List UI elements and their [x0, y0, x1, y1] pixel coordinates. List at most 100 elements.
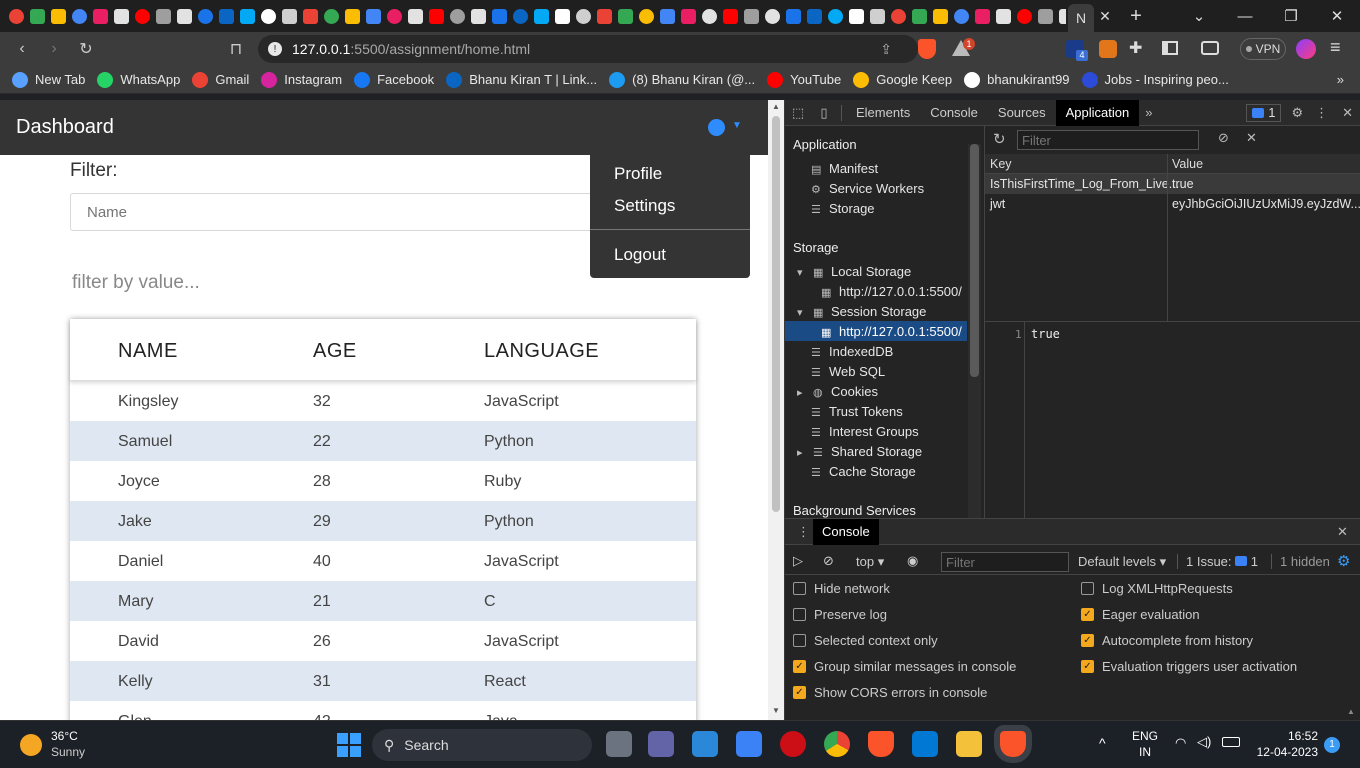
name-filter-input[interactable] [70, 193, 630, 231]
brave-icon[interactable] [868, 731, 894, 757]
tab-favicon-icon[interactable] [513, 8, 528, 24]
console-setting-checkbox[interactable]: Preserve log [793, 607, 887, 622]
tab-favicon-icon[interactable] [429, 8, 444, 24]
tab-favicon-icon[interactable] [870, 8, 885, 24]
tab-favicon-icon[interactable] [933, 8, 948, 24]
tab-favicon-icon[interactable] [1038, 8, 1053, 24]
taskbar-search-box[interactable]: ⚲ Search [372, 729, 592, 761]
vpn-button[interactable]: VPN [1240, 38, 1286, 60]
bookmark-item[interactable]: WhatsApp [97, 71, 180, 88]
sidebar-item-manifest[interactable]: ▤ Manifest [811, 161, 878, 176]
sidebar-item-web-sql[interactable]: ☰ Web SQL [811, 364, 885, 379]
tab-favicon-icon[interactable] [408, 8, 423, 24]
bookmark-item[interactable]: YouTube [767, 71, 841, 88]
tab-favicon-icon[interactable] [240, 8, 255, 24]
weather-temperature[interactable]: 36°C [51, 729, 78, 743]
clear-console-icon[interactable]: ⊘ [823, 553, 834, 569]
close-tab-icon[interactable]: ✕ [1094, 8, 1116, 25]
new-tab-button[interactable]: + [1116, 5, 1156, 28]
tab-search-chevron-icon[interactable]: ⌄ [1176, 7, 1222, 25]
tab-favicon-icon[interactable] [387, 8, 402, 24]
wallet-icon[interactable] [1201, 41, 1219, 55]
more-options-icon[interactable]: ⋮ [1315, 105, 1328, 121]
sidebar-item-session-storage[interactable]: ▾ ▦ Session Storage [797, 304, 926, 319]
tab-favicon-icon[interactable] [471, 8, 486, 24]
extensions-puzzle-icon[interactable]: ✚ [1129, 38, 1142, 58]
refresh-icon[interactable]: ↻ [993, 130, 1006, 148]
sidebar-item-storage[interactable]: ☰ Storage [811, 201, 875, 216]
console-setting-checkbox[interactable]: ✓ Evaluation triggers user activation [1081, 659, 1297, 674]
unchecked-checkbox-icon[interactable] [793, 608, 806, 621]
tab-favicon-icon[interactable] [198, 8, 213, 24]
menu-item-profile[interactable]: Profile [614, 164, 662, 184]
brave-shields-icon[interactable] [918, 39, 936, 59]
tab-favicon-icon[interactable] [93, 8, 108, 24]
weather-sun-icon[interactable] [20, 734, 42, 756]
tab-favicon-icon[interactable] [702, 8, 717, 24]
store-icon[interactable] [736, 731, 762, 757]
console-setting-checkbox[interactable]: ✓ Eager evaluation [1081, 607, 1200, 622]
volume-icon[interactable]: ◁) [1197, 734, 1211, 750]
console-setting-checkbox[interactable]: Selected context only [793, 633, 938, 648]
tab-application[interactable]: Application [1055, 99, 1140, 126]
bookmark-item[interactable]: Facebook [354, 71, 434, 88]
drawer-scrollbar-arrow-icon[interactable]: ▲ [1347, 707, 1355, 716]
settings-gear-icon[interactable]: ⚙ [1291, 105, 1303, 121]
menu-item-settings[interactable]: Settings [614, 196, 675, 216]
tab-favicon-icon[interactable] [849, 8, 864, 24]
metamask-icon[interactable] [1099, 40, 1117, 58]
clock[interactable]: 16:52 12-04-2023 [1252, 729, 1318, 759]
tab-favicon-icon[interactable] [765, 8, 780, 24]
tab-favicon-icon[interactable] [345, 8, 360, 24]
sidebar-item-cookies[interactable]: ▸ ◍ Cookies [797, 384, 878, 399]
table-row[interactable]: Jake 29 Python [70, 501, 696, 541]
kv-row[interactable]: jwt eyJhbGciOiJIUzUxMiJ9.eyJzdW... [985, 194, 1360, 214]
tab-favicon-icon[interactable] [996, 8, 1011, 24]
tab-favicon-icon[interactable] [828, 8, 843, 24]
address-bar[interactable]: ! 127.0.0.1:5500/assignment/home.html ⇪ [258, 35, 918, 63]
column-header-name[interactable]: NAME [118, 340, 178, 363]
page-scrollbar[interactable]: ▲ ▼ [768, 100, 784, 720]
tab-favicon-icon[interactable] [597, 8, 612, 24]
table-row[interactable]: Samuel 22 Python [70, 421, 696, 461]
sidebar-item-interest-groups[interactable]: ☰ Interest Groups [811, 424, 919, 439]
console-filter-input[interactable] [941, 552, 1069, 572]
column-value[interactable]: Value [1172, 157, 1203, 171]
column-header-age[interactable]: AGE [313, 340, 357, 363]
checked-checkbox-icon[interactable]: ✓ [793, 686, 806, 699]
tab-favicon-icon[interactable] [114, 8, 129, 24]
close-drawer-icon[interactable]: ✕ [1337, 524, 1348, 540]
tab-favicon-icon[interactable] [786, 8, 801, 24]
tab-favicon-icon[interactable] [660, 8, 675, 24]
profile-avatar[interactable] [1296, 39, 1316, 59]
menu-icon[interactable]: ≡ [1330, 37, 1341, 58]
table-row[interactable]: Daniel 40 JavaScript [70, 541, 696, 581]
tab-elements[interactable]: Elements [846, 100, 920, 126]
opera-icon[interactable] [780, 731, 806, 757]
tab-favicon-icon[interactable] [261, 8, 276, 24]
sidebar-item-trust-tokens[interactable]: ☰ Trust Tokens [811, 404, 903, 419]
show-hidden-icons-chevron-icon[interactable]: ^ [1099, 735, 1106, 751]
forward-button[interactable]: › [38, 40, 70, 58]
drawer-menu-icon[interactable]: ⋮ [797, 524, 810, 540]
vscode-icon[interactable] [912, 731, 938, 757]
file-explorer-icon[interactable] [956, 731, 982, 757]
bookmark-item[interactable]: (8) Bhanu Kiran (@... [609, 71, 755, 88]
language-indicator[interactable]: ENG IN [1131, 729, 1159, 759]
tab-favicon-icon[interactable] [1059, 8, 1066, 24]
issues-button[interactable]: 1 [1246, 103, 1282, 122]
checked-checkbox-icon[interactable]: ✓ [1081, 634, 1094, 647]
scroll-up-icon[interactable]: ▲ [772, 102, 780, 111]
sidebar-item-local-origin[interactable]: ▦ http://127.0.0.1:5500/ [821, 284, 962, 299]
brand-title[interactable]: Dashboard [16, 116, 114, 139]
table-row[interactable]: Kingsley 32 JavaScript [70, 381, 696, 421]
sidebar-item-cache-storage[interactable]: ☰ Cache Storage [811, 464, 916, 479]
tab-favicon-icon[interactable] [282, 8, 297, 24]
tab-favicon-icon[interactable] [975, 8, 990, 24]
bookmark-item[interactable]: Instagram [261, 71, 342, 88]
tab-sources[interactable]: Sources [988, 100, 1056, 126]
context-selector[interactable]: top ▾ [856, 554, 884, 570]
share-icon[interactable]: ⇪ [880, 41, 892, 58]
menu-item-logout[interactable]: Logout [614, 245, 666, 265]
sidebar-item-indexeddb[interactable]: ☰ IndexedDB [811, 344, 893, 359]
